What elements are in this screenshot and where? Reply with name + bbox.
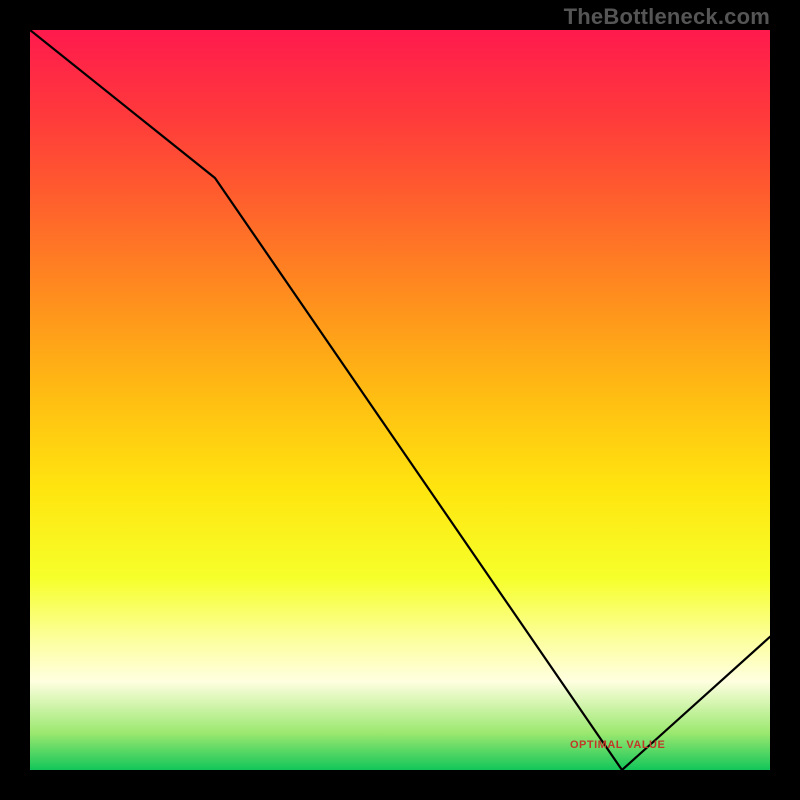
chart-outer-frame: TheBottleneck.com OPTIMAL VALUE <box>0 0 800 800</box>
optimal-value-label: OPTIMAL VALUE <box>570 739 665 751</box>
bottleneck-curve <box>30 30 770 770</box>
curve-path <box>30 30 770 770</box>
watermark-text: TheBottleneck.com <box>564 4 770 30</box>
plot-area: OPTIMAL VALUE <box>30 30 770 770</box>
